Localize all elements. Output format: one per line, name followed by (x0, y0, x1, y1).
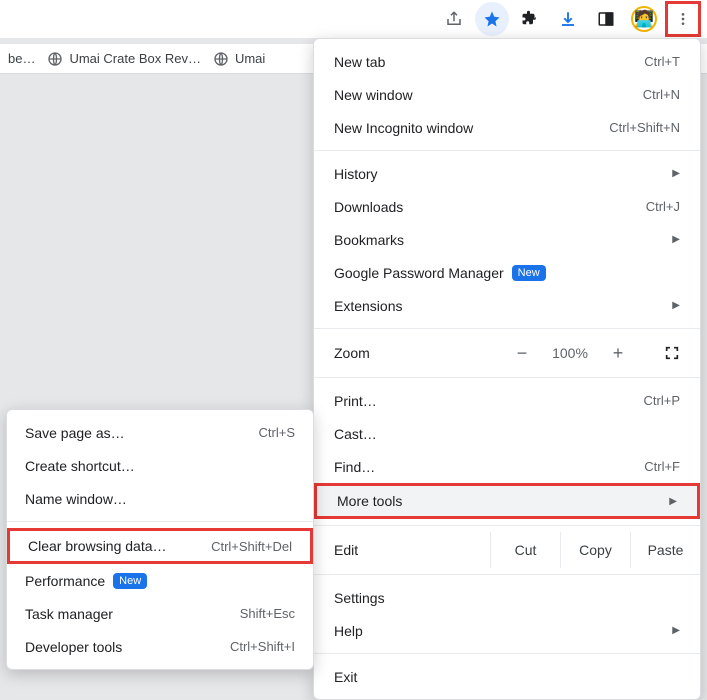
share-icon[interactable] (437, 2, 471, 36)
chrome-main-menu: New tab Ctrl+T New window Ctrl+N New Inc… (313, 38, 701, 700)
submenu-create-shortcut[interactable]: Create shortcut… (7, 449, 313, 482)
submenu-clear-data-highlight: Clear browsing data… Ctrl+Shift+Del (7, 528, 313, 564)
submenu-clear-browsing-data[interactable]: Clear browsing data… Ctrl+Shift+Del (10, 531, 310, 561)
globe-icon (213, 51, 229, 67)
chevron-right-icon: ▶ (672, 300, 680, 311)
bookmark-label: Umai Crate Box Rev… (69, 51, 200, 66)
menu-separator (314, 525, 700, 526)
zoom-out-button[interactable]: − (512, 343, 532, 364)
menu-separator (314, 328, 700, 329)
chevron-right-icon: ▶ (672, 234, 680, 245)
menu-print[interactable]: Print… Ctrl+P (314, 384, 700, 417)
menu-password-manager[interactable]: Google Password Manager New (314, 256, 700, 289)
bookmark-item[interactable]: Umai (213, 51, 265, 67)
menu-separator (314, 653, 700, 654)
side-panel-icon[interactable] (589, 2, 623, 36)
chevron-right-icon: ▶ (672, 625, 680, 636)
menu-more-tools[interactable]: More tools ▶ (317, 486, 697, 516)
menu-zoom-row: Zoom − 100% + (314, 335, 700, 371)
fullscreen-icon[interactable] (664, 345, 680, 361)
menu-find[interactable]: Find… Ctrl+F (314, 450, 700, 483)
zoom-in-button[interactable]: + (608, 343, 628, 364)
zoom-value: 100% (550, 345, 590, 361)
bookmark-star-icon[interactable] (475, 2, 509, 36)
menu-new-incognito[interactable]: New Incognito window Ctrl+Shift+N (314, 111, 700, 144)
browser-toolbar: 🧑‍💻 (0, 0, 707, 38)
menu-history[interactable]: History ▶ (314, 157, 700, 190)
new-badge: New (113, 573, 147, 589)
submenu-name-window[interactable]: Name window… (7, 482, 313, 515)
download-icon[interactable] (551, 2, 585, 36)
menu-new-tab[interactable]: New tab Ctrl+T (314, 45, 700, 78)
menu-new-window[interactable]: New window Ctrl+N (314, 78, 700, 111)
globe-icon (47, 51, 63, 67)
submenu-save-page[interactable]: Save page as… Ctrl+S (7, 416, 313, 449)
edit-paste-button[interactable]: Paste (630, 532, 700, 568)
new-badge: New (512, 265, 546, 281)
menu-separator (314, 377, 700, 378)
menu-downloads[interactable]: Downloads Ctrl+J (314, 190, 700, 223)
menu-settings[interactable]: Settings (314, 581, 700, 614)
kebab-menu-highlight (665, 1, 701, 37)
submenu-separator (7, 521, 313, 522)
edit-cut-button[interactable]: Cut (490, 532, 560, 568)
edit-copy-button[interactable]: Copy (560, 532, 630, 568)
menu-extensions[interactable]: Extensions ▶ (314, 289, 700, 322)
menu-cast[interactable]: Cast… (314, 417, 700, 450)
more-tools-submenu: Save page as… Ctrl+S Create shortcut… Na… (6, 409, 314, 670)
menu-bookmarks[interactable]: Bookmarks ▶ (314, 223, 700, 256)
menu-help[interactable]: Help ▶ (314, 614, 700, 647)
bookmark-item[interactable]: be… (8, 51, 35, 66)
submenu-task-manager[interactable]: Task manager Shift+Esc (7, 597, 313, 630)
submenu-performance[interactable]: Performance New (7, 564, 313, 597)
bookmark-label: be… (8, 51, 35, 66)
chevron-right-icon: ▶ (672, 168, 680, 179)
bookmark-item[interactable]: Umai Crate Box Rev… (47, 51, 200, 67)
menu-separator (314, 574, 700, 575)
menu-separator (314, 150, 700, 151)
chevron-right-icon: ▶ (669, 496, 677, 507)
extensions-puzzle-icon[interactable] (513, 2, 547, 36)
bookmark-label: Umai (235, 51, 265, 66)
kebab-menu-icon[interactable] (669, 5, 697, 33)
profile-avatar[interactable]: 🧑‍💻 (627, 2, 661, 36)
submenu-developer-tools[interactable]: Developer tools Ctrl+Shift+I (7, 630, 313, 663)
menu-more-tools-highlight: More tools ▶ (314, 483, 700, 519)
menu-edit-row: Edit Cut Copy Paste (314, 532, 700, 568)
